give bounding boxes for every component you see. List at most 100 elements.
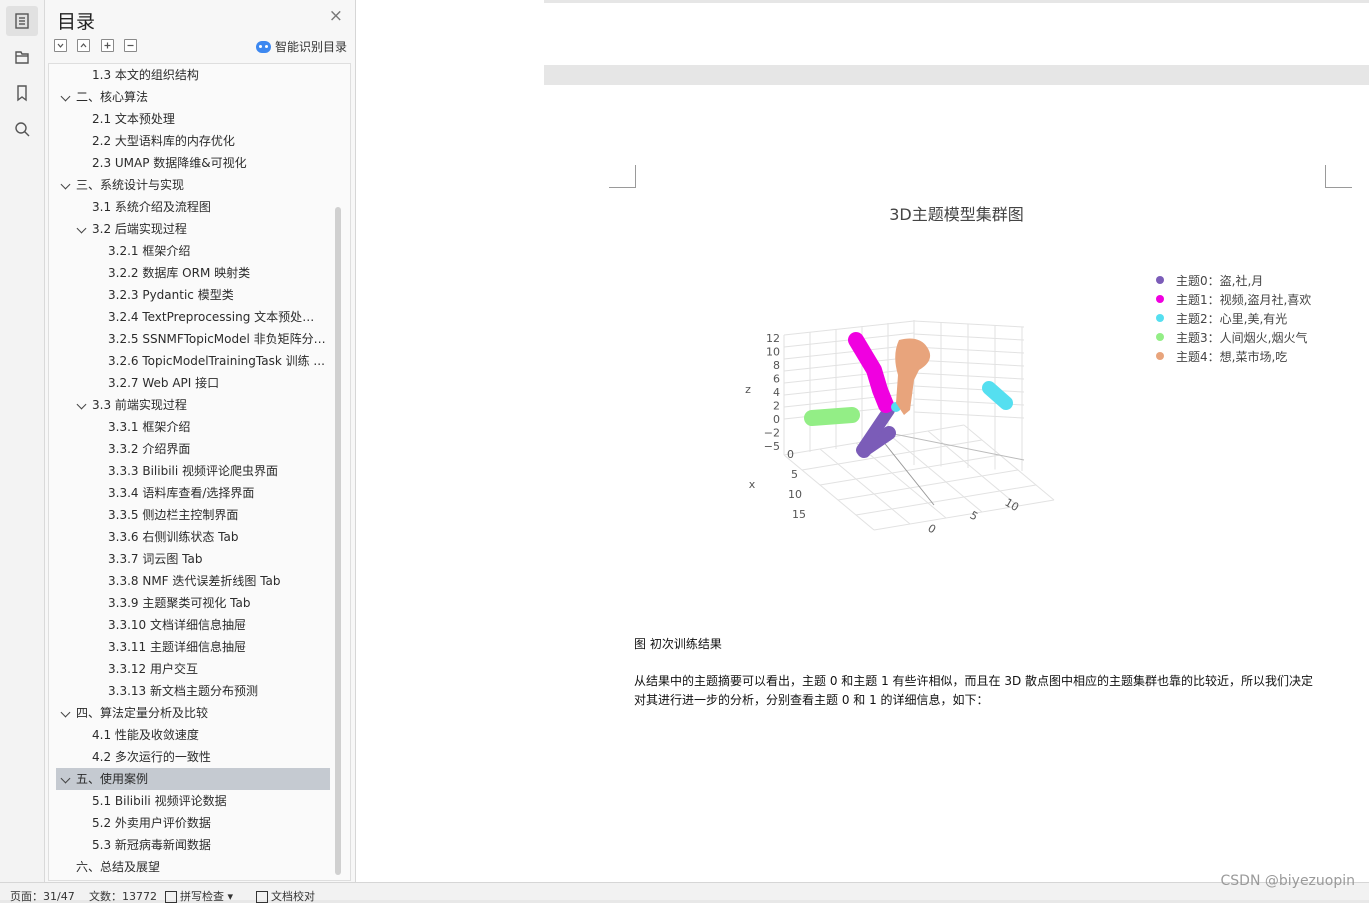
- spell-check-toggle[interactable]: 拼写检查 ▾: [165, 891, 233, 903]
- toc-panel-button[interactable]: [6, 6, 38, 36]
- search-panel-button[interactable]: [6, 114, 38, 144]
- chevron-down-icon[interactable]: [60, 707, 71, 718]
- add-heading-button[interactable]: [101, 39, 114, 52]
- toc-item[interactable]: 3.2.3 Pydantic 模型类: [56, 284, 330, 306]
- x-axis-label: x: [749, 478, 756, 491]
- toc-item-label: 3.3.9 主题聚类可视化 Tab: [108, 596, 251, 610]
- cluster-topic-2: [982, 381, 1013, 410]
- gridline: [783, 368, 915, 384]
- toc-item-label: 3.2.5 SSNMFTopicModel 非负矩阵分 ...: [108, 332, 326, 346]
- toc-item[interactable]: 3.2.6 TopicModelTrainingTask 训练 ...: [56, 350, 330, 372]
- legend-dot: [1156, 352, 1164, 360]
- expand-up-button[interactable]: [77, 39, 90, 52]
- z-tick-label: 0: [773, 413, 780, 426]
- toc-item[interactable]: 4.1 性能及收敛速度: [56, 724, 330, 746]
- close-icon[interactable]: ×: [329, 8, 343, 25]
- toc-item[interactable]: 3.3.8 NMF 迭代误差折线图 Tab: [56, 570, 330, 592]
- toc-item[interactable]: 2.1 文本预处理: [56, 108, 330, 130]
- document-page: 3D主题模型集群图 12 10 8 6 4 2 0 −2 −5 z 0 5 10 15 x 0 5 10 主题0：…: [544, 85, 1369, 882]
- toc-item[interactable]: 六、总结及展望: [56, 856, 330, 878]
- smart-toc-label: 智能识别目录: [274, 40, 347, 54]
- chevron-down-icon[interactable]: [60, 91, 71, 102]
- remove-heading-button[interactable]: [124, 39, 137, 52]
- toc-item-label: 3.3.6 右侧训练状态 Tab: [108, 530, 239, 544]
- toc-item[interactable]: 2.3 UMAP 数据降维&可视化: [56, 152, 330, 174]
- z-tick-label: 6: [773, 373, 780, 386]
- toc-item[interactable]: 3.3.9 主题聚类可视化 Tab: [56, 592, 330, 614]
- chevron-down-icon[interactable]: [76, 399, 87, 410]
- toc-item[interactable]: 5.1 Bilibili 视频评论数据: [56, 790, 330, 812]
- toc-item[interactable]: 1.3 本文的组织结构: [56, 64, 330, 86]
- legend-item[interactable]: 主题1：视频,盗月社,喜欢: [1156, 291, 1311, 307]
- toc-item[interactable]: 五、使用案例: [56, 768, 330, 790]
- toc-item[interactable]: 3.2.5 SSNMFTopicModel 非负矩阵分 ...: [56, 328, 330, 350]
- toc-item[interactable]: 3.3.6 右侧训练状态 Tab: [56, 526, 330, 548]
- toc-scrollbar[interactable]: [335, 207, 341, 875]
- z-tick-label: −2: [764, 427, 780, 440]
- legend-dot: [1156, 295, 1164, 303]
- legend-item[interactable]: 主题0：盗,社,月: [1156, 272, 1263, 288]
- toc-item[interactable]: 3.3.2 介绍界面: [56, 438, 330, 460]
- toc-item[interactable]: 二、核心算法: [56, 86, 330, 108]
- toc-item-label: 二、核心算法: [76, 90, 149, 104]
- page-indicator[interactable]: 页面：31/47: [10, 891, 75, 902]
- minus-icon: [127, 44, 134, 47]
- toc-item-label: 3.3.7 词云图 Tab: [108, 552, 203, 566]
- toc-item[interactable]: 2.2 大型语料库的内存优化: [56, 130, 330, 152]
- toc-item[interactable]: 3.3.7 词云图 Tab: [56, 548, 330, 570]
- toc-item-label: 3.3.4 语料库查看/选择界面: [108, 486, 255, 500]
- collapse-all-button[interactable]: [54, 39, 67, 52]
- toc-item-label: 2.1 文本预处理: [92, 112, 175, 126]
- toc-item[interactable]: 5.2 外卖用户评价数据: [56, 812, 330, 834]
- chevron-down-icon[interactable]: [76, 223, 87, 234]
- toc-item[interactable]: 3.3 前端实现过程: [56, 394, 330, 416]
- axis-line: [873, 429, 1025, 461]
- gridline: [819, 448, 911, 525]
- toc-item[interactable]: 3.2.1 框架介绍: [56, 240, 330, 262]
- cluster-topic-3: [804, 407, 860, 426]
- toc-item-label: 3.2.6 TopicModelTrainingTask 训练 ...: [108, 354, 325, 368]
- toc-item-label: 3.3.12 用户交互: [108, 662, 198, 676]
- toc-item[interactable]: 3.3.1 框架介绍: [56, 416, 330, 438]
- gridline: [927, 430, 1019, 507]
- smart-toc-button[interactable]: 智能识别目录: [255, 38, 347, 55]
- toc-item[interactable]: 4.2 多次运行的一致性: [56, 746, 330, 768]
- toc-item[interactable]: 5.3 新冠病毒新闻数据: [56, 834, 330, 856]
- proofread-toggle[interactable]: 文档校对: [256, 891, 315, 903]
- legend-label: 主题3：人间烟火,烟火气: [1176, 330, 1308, 345]
- toc-item[interactable]: 3.3.4 语料库查看/选择界面: [56, 482, 330, 504]
- legend-item[interactable]: 主题3：人间烟火,烟火气: [1156, 329, 1307, 345]
- toc-item[interactable]: 3.2.2 数据库 ORM 映射类: [56, 262, 330, 284]
- legend-label: 主题1：视频,盗月社,喜欢: [1176, 292, 1312, 307]
- gridline: [783, 344, 915, 360]
- word-count[interactable]: 文数：13772: [89, 891, 157, 902]
- toc-item-label: 5.2 外卖用户评价数据: [92, 816, 211, 830]
- spell-check-label: 拼写检查: [180, 890, 224, 903]
- toc-item-label: 2.3 UMAP 数据降维&可视化: [92, 156, 247, 170]
- legend-item[interactable]: 主题4：想,菜市场,吃: [1156, 348, 1287, 364]
- toc-item[interactable]: 3.1 系统介绍及流程图: [56, 196, 330, 218]
- toc-item[interactable]: 3.2 后端实现过程: [56, 218, 330, 240]
- toc-item[interactable]: 3.3.13 新文档主题分布预测: [56, 680, 330, 702]
- chevron-down-icon[interactable]: [60, 773, 71, 784]
- legend-item[interactable]: 主题2：心里,美,有光: [1156, 310, 1287, 326]
- toc-item[interactable]: 3.3.10 文档详细信息抽屉: [56, 614, 330, 636]
- toc-item[interactable]: 3.2.4 TextPreprocessing 文本预处理 ...: [56, 306, 330, 328]
- chevron-down-icon[interactable]: [60, 179, 71, 190]
- z-axis-label: z: [745, 383, 751, 396]
- toc-item[interactable]: 3.3.11 主题详细信息抽屉: [56, 636, 330, 658]
- toc-item[interactable]: 三、系统设计与实现: [56, 174, 330, 196]
- toc-item[interactable]: 3.2.7 Web API 接口: [56, 372, 330, 394]
- toc-item-label: 三、系统设计与实现: [76, 178, 185, 192]
- outline-panel-button[interactable]: [6, 42, 38, 72]
- gridline: [913, 411, 1025, 419]
- toc-item[interactable]: 四、算法定量分析及比较: [56, 702, 330, 724]
- toc-item[interactable]: 3.3.12 用户交互: [56, 658, 330, 680]
- watermark: CSDN @biyezuopin: [1220, 873, 1355, 889]
- toc-item-label: 3.2.2 数据库 ORM 映射类: [108, 266, 251, 280]
- z-tick-label: −5: [764, 440, 780, 453]
- plus-icon: [104, 42, 111, 49]
- bookmark-panel-button[interactable]: [6, 78, 38, 108]
- toc-item[interactable]: 3.3.3 Bilibili 视频评论爬虫界面: [56, 460, 330, 482]
- toc-item[interactable]: 3.3.5 侧边栏主控制界面: [56, 504, 330, 526]
